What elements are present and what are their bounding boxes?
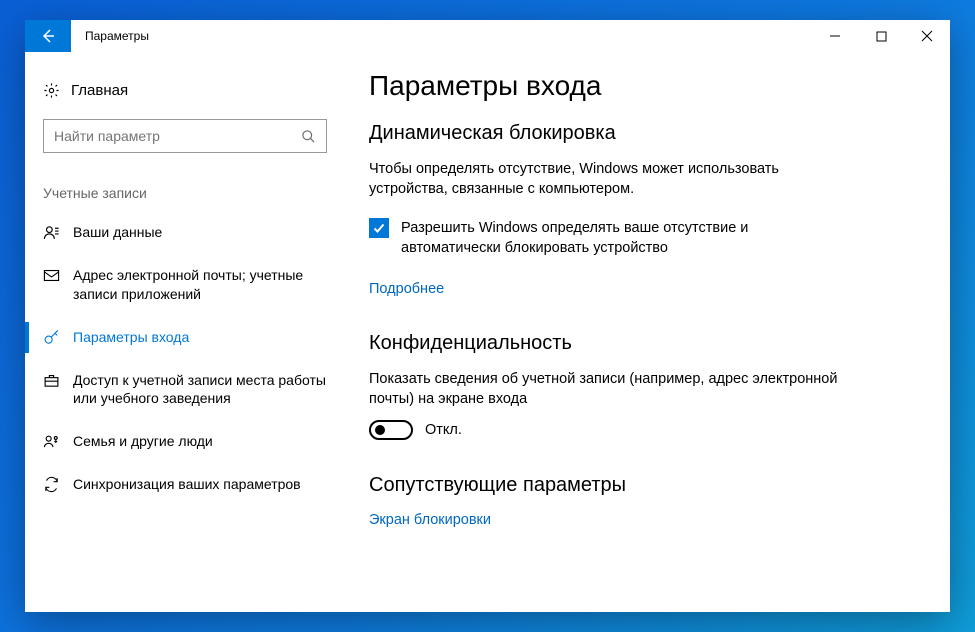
- main-panel: Параметры входа Динамическая блокировка …: [345, 52, 950, 612]
- sidebar-item-signin-options[interactable]: Параметры входа: [25, 316, 345, 359]
- privacy-heading: Конфиденциальность: [369, 332, 920, 355]
- privacy-toggle[interactable]: [369, 420, 413, 440]
- minimize-button[interactable]: [812, 20, 858, 52]
- settings-window: Параметры Главная: [25, 20, 950, 612]
- sidebar-item-email[interactable]: Адрес электронной почты; учетные записи …: [25, 254, 345, 316]
- sidebar-item-family[interactable]: Семья и другие люди: [25, 420, 345, 463]
- checkmark-icon: [372, 221, 386, 235]
- page-title: Параметры входа: [369, 70, 920, 102]
- content-area: Главная Учетные записи Ваши данные Адрес…: [25, 52, 950, 612]
- search-icon: [301, 129, 316, 144]
- maximize-button[interactable]: [858, 20, 904, 52]
- sidebar-item-label: Синхронизация ваших параметров: [73, 475, 327, 494]
- dynamic-lock-checkbox-label: Разрешить Windows определять ваше отсутс…: [401, 218, 849, 259]
- arrow-left-icon: [38, 26, 58, 46]
- search-input[interactable]: [54, 128, 301, 144]
- close-icon: [921, 30, 933, 42]
- key-icon: [43, 328, 73, 346]
- sidebar-item-label: Параметры входа: [73, 328, 327, 347]
- sidebar-item-sync[interactable]: Синхронизация ваших параметров: [25, 463, 345, 506]
- briefcase-icon: [43, 371, 73, 389]
- sidebar-item-work-access[interactable]: Доступ к учетной записи места работы или…: [25, 359, 345, 421]
- learn-more-link[interactable]: Подробнее: [369, 281, 444, 297]
- related-heading: Сопутствующие параметры: [369, 474, 920, 497]
- home-button[interactable]: Главная: [25, 76, 345, 113]
- person-icon: [43, 223, 73, 241]
- toggle-knob: [375, 425, 385, 435]
- search-box[interactable]: [43, 119, 327, 153]
- category-label: Учетные записи: [25, 177, 345, 211]
- maximize-icon: [876, 31, 887, 42]
- dynamic-lock-description: Чтобы определять отсутствие, Windows мож…: [369, 159, 849, 200]
- sidebar-item-your-info[interactable]: Ваши данные: [25, 211, 345, 254]
- back-button[interactable]: [25, 20, 71, 52]
- mail-icon: [43, 266, 73, 284]
- sidebar: Главная Учетные записи Ваши данные Адрес…: [25, 52, 345, 612]
- sidebar-item-label: Доступ к учетной записи места работы или…: [73, 371, 327, 409]
- titlebar: Параметры: [25, 20, 950, 52]
- lockscreen-link[interactable]: Экран блокировки: [369, 512, 491, 528]
- dynamic-lock-checkbox[interactable]: [369, 218, 389, 238]
- sidebar-item-label: Адрес электронной почты; учетные записи …: [73, 266, 327, 304]
- privacy-toggle-state: Откл.: [425, 422, 462, 438]
- privacy-description: Показать сведения об учетной записи (нап…: [369, 369, 849, 410]
- window-controls: [812, 20, 950, 52]
- minimize-icon: [829, 30, 841, 42]
- sidebar-item-label: Семья и другие люди: [73, 432, 327, 451]
- privacy-toggle-row: Откл.: [369, 420, 920, 440]
- dynamic-lock-checkbox-row[interactable]: Разрешить Windows определять ваше отсутс…: [369, 218, 849, 259]
- window-title: Параметры: [71, 20, 812, 52]
- family-icon: [43, 432, 73, 450]
- close-button[interactable]: [904, 20, 950, 52]
- home-label: Главная: [71, 82, 128, 99]
- dynamic-lock-heading: Динамическая блокировка: [369, 122, 920, 145]
- sync-icon: [43, 475, 73, 493]
- sidebar-item-label: Ваши данные: [73, 223, 327, 242]
- gear-icon: [43, 82, 71, 99]
